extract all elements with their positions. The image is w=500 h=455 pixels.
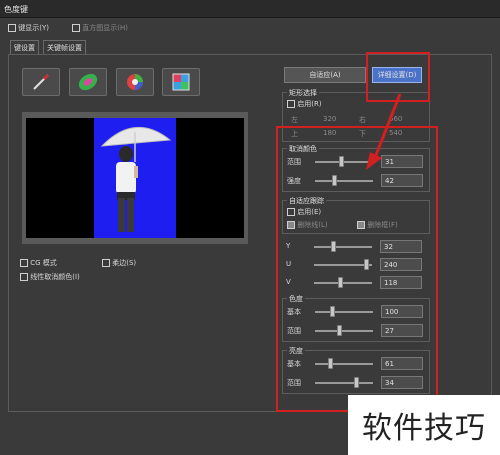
rect-enable-label: 启用(R) [297,100,322,108]
histogram-checkbox[interactable] [72,24,80,32]
linear-cancel-checkbox[interactable] [20,273,28,281]
rect-enable-checkbox[interactable] [287,100,295,108]
watermark-box: 软件技巧 [348,395,500,455]
linear-cancel-option[interactable]: 线性取消颜色(I) [20,272,80,282]
color-ellipse-icon [78,73,98,91]
tab-key-settings[interactable]: 键设置 [10,40,39,54]
cg-mode-option[interactable]: CG 模式 [20,258,57,268]
color-ellipse-button[interactable] [69,68,107,96]
annotation-highlight-settings [276,126,438,412]
soft-edge-option[interactable]: 柔边(S) [102,258,136,268]
color-wheel-icon [127,74,143,90]
preview-frame [22,112,248,244]
window-title-bar: 色度键 [0,0,500,18]
key-display-checkbox[interactable] [8,24,16,32]
preview-image [94,118,176,238]
histogram-label: 直方图显示(H) [82,24,128,32]
color-wheel-button[interactable] [116,68,154,96]
soft-edge-checkbox[interactable] [102,259,110,267]
umbrella-figure-image [100,127,172,232]
window-title: 色度键 [4,5,28,14]
cg-mode-label: CG 模式 [30,259,57,267]
key-display-label: 键显示(Y) [18,24,49,32]
cg-mode-checkbox[interactable] [20,259,28,267]
color-square-button[interactable] [162,68,200,96]
tab-keyframe-settings[interactable]: 关键帧设置 [43,40,86,54]
tab-key-settings-label: 键设置 [14,44,35,52]
rect-enable-option[interactable]: 启用(R) [287,99,322,109]
eyedropper-button[interactable] [22,68,60,96]
tab-keyframe-settings-label: 关键帧设置 [47,44,82,52]
eyedropper-icon [33,73,50,90]
soft-edge-label: 柔边(S) [112,259,137,267]
auto-adapt-button[interactable]: 自适应(A) [284,67,366,83]
linear-cancel-label: 线性取消颜色(I) [30,273,80,281]
rect-left-value: 320 [323,115,337,123]
watermark-text: 软件技巧 [362,411,486,446]
histogram-option[interactable]: 直方图显示(H) [72,23,128,33]
annotation-arrow [366,93,402,170]
rect-left-label: 左 [291,116,298,124]
rect-select-title: 矩形选择 [287,88,319,98]
key-display-option[interactable]: 键显示(Y) [8,23,49,33]
color-square-icon [172,73,190,91]
